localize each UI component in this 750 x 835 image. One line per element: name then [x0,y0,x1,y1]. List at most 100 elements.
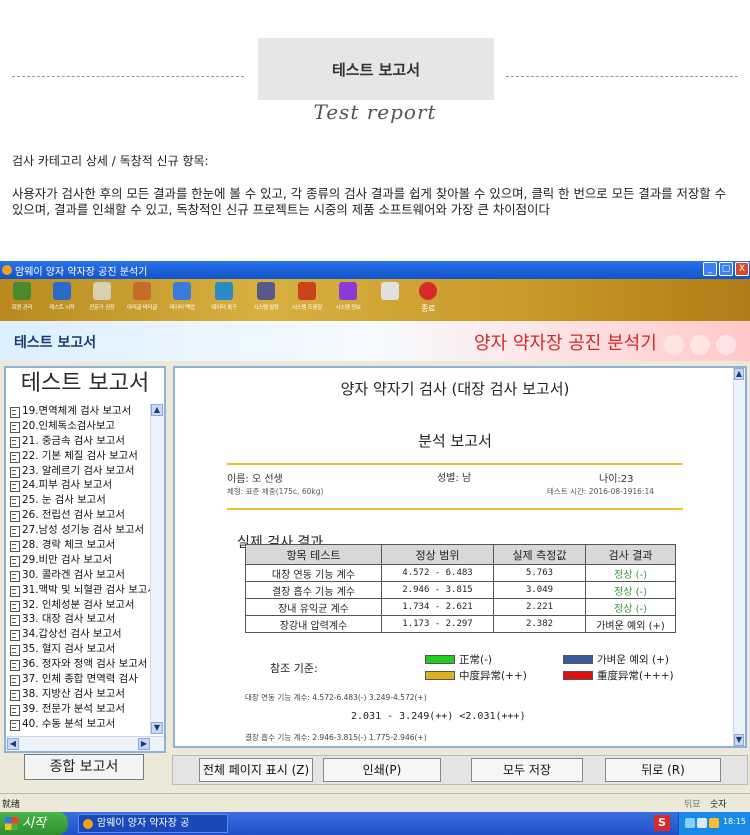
table-header: 정상 범위 [381,544,494,565]
formula-line-3: 결장 흡수 기능 계수: 2.946-3.815(-) 1.775-2.946(… [245,733,427,742]
report-list-panel: 테스트 보고서 19.면역체계 검사 보고서 20.인체독소검사보고 21. 중… [4,366,166,753]
clock[interactable]: 18:15 [723,817,746,826]
report-list-title: 테스트 보고서 [20,371,150,396]
app-icon [2,265,12,275]
report-list-item[interactable]: 37. 인체 종합 면역력 검사 [6,672,152,687]
windows-logo-icon [5,817,18,830]
system-tray: 18:15 [678,812,750,835]
close-button[interactable]: X [735,262,749,276]
taskbar-app-button[interactable]: 암웨이 양자 약자장 공 [78,814,228,833]
report-list-item[interactable]: 33. 대장 검사 보고서 [6,612,152,627]
banner-divider-right [506,76,738,77]
table-cell: 2.946 - 3.815 [381,581,494,599]
table-header: 실제 측정값 [493,544,586,565]
taskbar-app-label: 암웨이 양자 약자장 공 [97,818,190,829]
security-icon[interactable] [709,818,719,828]
toolbar-footer-button[interactable]: 아리글 바닥글 [124,282,160,320]
table-header: 검사 결과 [585,544,676,565]
hand-icon [93,282,111,300]
scroll-down-icon[interactable]: ▼ [734,734,744,746]
back-button[interactable]: 뒤로 (R) [605,758,721,782]
reference-label: 참조 기준: [270,662,318,675]
report-list-item[interactable]: 36. 정자와 정액 검사 보고서 [6,657,152,672]
toolbar-settings-button[interactable]: 시스템 설정 [248,282,284,320]
start-button[interactable]: 시작 [0,812,68,835]
table-cell: 3.049 [493,581,586,599]
start-label: 시작 [22,816,46,831]
report-list-item[interactable]: 23. 알레르기 검사 보고서 [6,464,152,479]
report-list-item[interactable]: 20.인체독소검사보고 [6,419,152,434]
report-list-item[interactable]: 34.갑상선 검사 보고서 [6,627,152,642]
scroll-up-icon[interactable]: ▲ [734,368,744,380]
test-icon [53,282,71,300]
table-cell: 대장 연동 기능 계수 [245,564,382,582]
show-all-pages-button[interactable]: 전체 페이지 표시 (Z) [199,758,313,782]
report-list-item[interactable]: 28. 경락 체크 보고서 [6,538,152,553]
network-icon[interactable] [685,818,695,828]
report-divider-top [227,463,683,465]
report-list-item[interactable]: 29.비만 검사 보고서 [6,553,152,568]
table-cell: 장내 유익균 계수 [245,598,382,616]
report-list-item[interactable]: 30. 콜라겐 검사 보고서 [6,568,152,583]
volume-icon[interactable] [697,818,707,828]
toolbar-doc-button[interactable] [372,282,408,320]
app-window: 암웨이 양자 약자장 공진 분석기 _ ▢ X 회원 관리 테스트 시작 전문가… [0,261,750,812]
report-list-item[interactable]: 32. 인체성분 검사 보고서 [6,598,152,613]
test-time: 테스트 시간: 2016-08-1916:14 [547,487,654,496]
report-vscrollbar[interactable]: ▲ ▼ [733,368,745,746]
report-list-item[interactable]: 19.면역체계 검사 보고서 [6,404,152,419]
toolbar-label: 데이터 백업 [169,305,195,311]
table-row: 장강내 압력계수 1.173 - 2.297 2.382 가벼운 예외 (+) [245,615,676,633]
print-button[interactable]: 인쇄(P) [323,758,441,782]
toolbar-info-button[interactable]: 시스템 정보 [330,282,366,320]
table-cell: 4.572 - 6.483 [381,564,494,582]
doc-icon [381,282,399,300]
save-all-button[interactable]: 모두 저장 [471,758,583,782]
report-list-item[interactable]: 31.맥박 및 뇌혈관 검사 보고서 [6,583,152,598]
scroll-up-icon[interactable]: ▲ [151,404,163,416]
legend-normal: 正常(-) [425,652,492,667]
toolbar-test-button[interactable]: 테스트 시작 [44,282,80,320]
table-cell: 2.221 [493,598,586,616]
table-header-row: 항목 테스트 정상 범위 실제 측정값 검사 결과 [245,544,676,565]
report-list-item[interactable]: 40. 수동 분석 보고서 [6,717,152,732]
report-list-item[interactable]: 22. 기본 체질 검사 보고서 [6,449,152,464]
toolbar-help-button[interactable]: 시스템 도움말 [289,282,325,320]
window-title: 암웨이 양자 약자장 공진 분석기 [15,266,148,278]
toolbar-expert-button[interactable]: 전문가 권장 [84,282,120,320]
report-list-item[interactable]: 21. 중금속 검사 보고서 [6,434,152,449]
toolbar-exit-button[interactable]: 종료 [410,282,446,320]
footer-icon [133,282,151,300]
table-cell: 정상 (-) [585,598,676,616]
report-list-hscrollbar[interactable]: ◀ ▶ [6,736,164,751]
legend-swatch [563,671,593,680]
minimize-button[interactable]: _ [703,262,717,276]
table-cell: 정상 (-) [585,564,676,582]
summary-report-button[interactable]: 종합 보고서 [24,754,144,780]
toolbar-backup-button[interactable]: 데이터 백업 [164,282,200,320]
table-row: 결장 흡수 기능 계수 2.946 - 3.815 3.049 정상 (-) [245,581,676,599]
restore-button[interactable]: ▢ [719,262,733,276]
scroll-left-icon[interactable]: ◀ [7,738,19,750]
toolbar-label: 시스템 정보 [335,305,361,311]
legend-label: 正常(-) [459,654,492,666]
toolbar-label: 전문가 권장 [89,305,115,311]
report-list-item[interactable]: 35. 혈지 검사 보고서 [6,642,152,657]
toolbar-members-button[interactable]: 회원 관리 [4,282,40,320]
legend-label: 重度异常(+++) [597,670,674,682]
report-list: 19.면역체계 검사 보고서 20.인체독소검사보고 21. 중금속 검사 보고… [6,404,152,734]
toolbar-restore-button[interactable]: 데이터 복구 [206,282,242,320]
report-list-item[interactable]: 25. 눈 검사 보고서 [6,493,152,508]
report-list-item[interactable]: 26. 전립선 검사 보고서 [6,508,152,523]
report-title: 양자 약자기 검사 (대장 검사 보고서) [340,380,570,398]
report-divider-bottom [227,508,683,510]
report-list-item[interactable]: 38. 지방산 검사 보고서 [6,687,152,702]
report-list-item[interactable]: 24.피부 검사 보고서 [6,478,152,493]
report-list-item[interactable]: 27.남성 성기능 검사 보고서 [6,523,152,538]
ime-icon[interactable]: S [654,815,670,831]
scroll-down-icon[interactable]: ▼ [151,722,163,734]
scroll-right-icon[interactable]: ▶ [138,738,150,750]
report-list-item[interactable]: 39. 전문가 분석 보고서 [6,702,152,717]
toolbar-label: 종료 [420,304,436,313]
report-list-vscrollbar[interactable]: ▲ ▼ [150,404,164,734]
